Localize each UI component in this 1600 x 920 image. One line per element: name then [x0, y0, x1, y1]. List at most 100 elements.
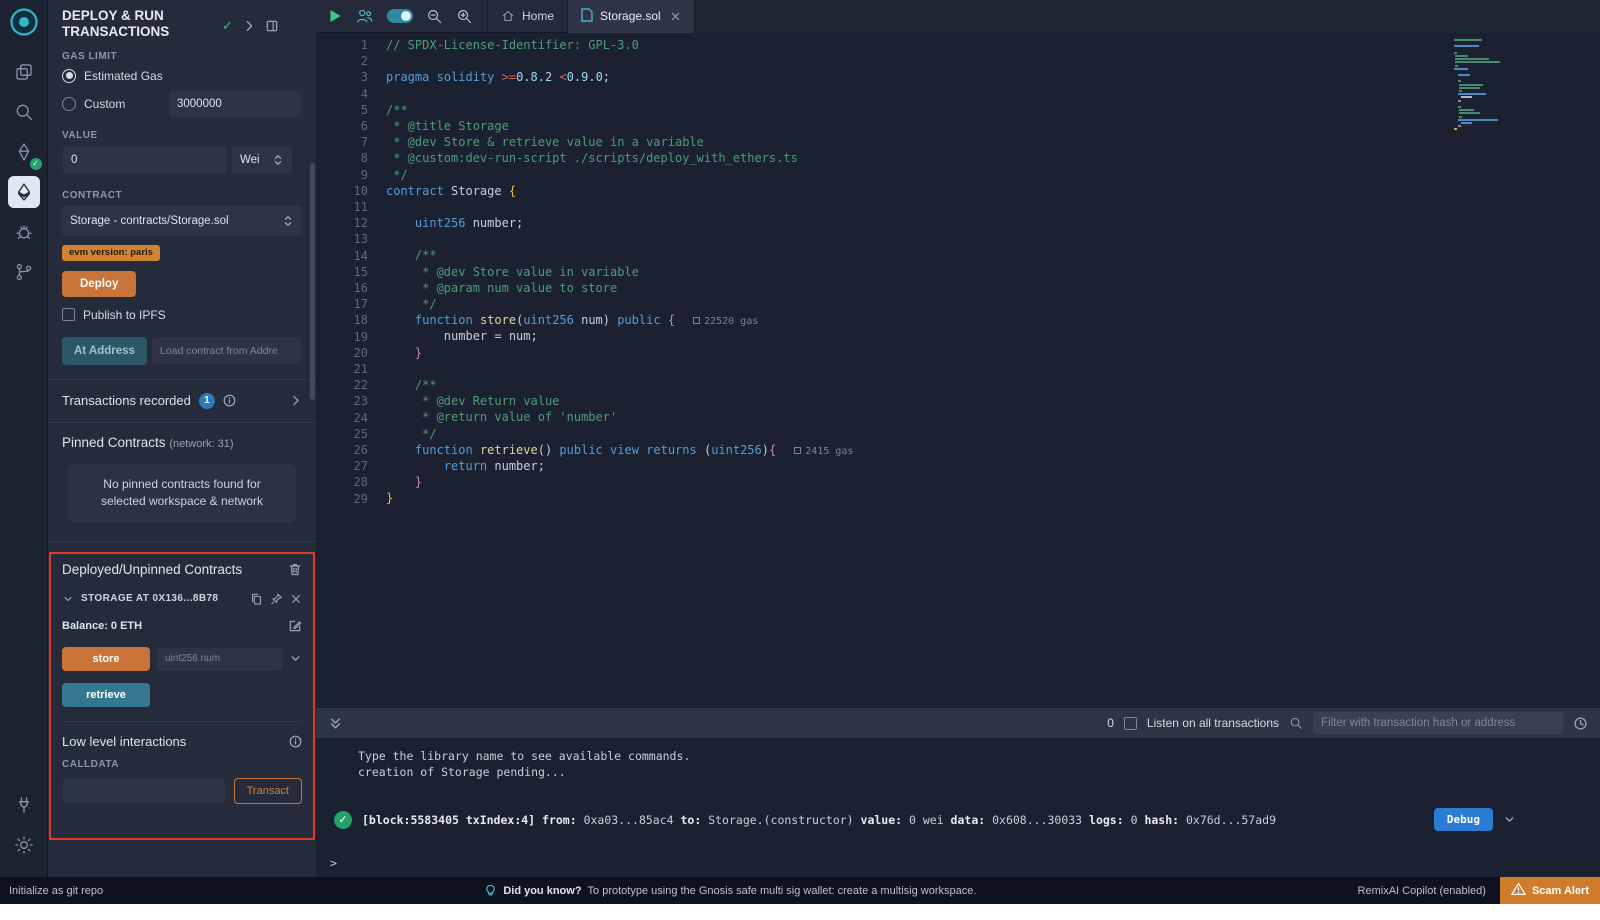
publish-ipfs-row[interactable]: Publish to IPFS: [62, 308, 302, 322]
code-line[interactable]: */: [386, 426, 1490, 442]
code-lines[interactable]: // SPDX-License-Identifier: GPL-3.0 pragm…: [386, 37, 1490, 506]
code-line[interactable]: // SPDX-License-Identifier: GPL-3.0: [386, 37, 1490, 53]
terminal-content[interactable]: Type the library name to see available c…: [316, 738, 1600, 871]
close-tab-icon[interactable]: [670, 11, 681, 22]
gas-estimate-hint: 2415 gas: [794, 446, 853, 457]
git-init-button[interactable]: Initialize as git repo: [0, 885, 103, 897]
chevron-right-icon[interactable]: [289, 394, 302, 407]
value-unit-select[interactable]: Wei: [232, 146, 292, 174]
transactions-recorded-row[interactable]: Transactions recorded 1: [62, 380, 302, 422]
contract-select[interactable]: Storage - contracts/Storage.sol: [62, 206, 302, 236]
plugin-manager-icon[interactable]: [8, 789, 40, 821]
code-line[interactable]: [386, 231, 1490, 247]
deploy-button[interactable]: Deploy: [62, 271, 136, 297]
settings-icon[interactable]: [8, 829, 40, 861]
publish-ipfs-label: Publish to IPFS: [83, 308, 166, 322]
estimated-gas-option[interactable]: Estimated Gas: [62, 69, 302, 83]
people-icon[interactable]: [355, 7, 374, 25]
expand-terminal-icon[interactable]: [328, 716, 343, 731]
remix-logo[interactable]: [9, 7, 39, 40]
code-line[interactable]: /**: [386, 377, 1490, 393]
clock-icon[interactable]: [1573, 716, 1588, 731]
debug-button[interactable]: Debug: [1434, 808, 1493, 831]
terminal-search-icon[interactable]: [1289, 716, 1303, 730]
calldata-input[interactable]: [62, 778, 226, 804]
custom-gas-radio[interactable]: [62, 97, 76, 111]
panel-scrollbar[interactable]: [310, 163, 315, 400]
chevron-right-icon[interactable]: [242, 19, 256, 33]
solidity-compiler-icon[interactable]: ✓: [8, 136, 40, 168]
retrieve-button[interactable]: retrieve: [62, 683, 150, 707]
code-line[interactable]: [386, 361, 1490, 377]
debugger-icon[interactable]: [8, 216, 40, 248]
pin-icon[interactable]: [270, 592, 283, 606]
zoom-out-icon[interactable]: [426, 8, 443, 25]
code-line[interactable]: */: [386, 296, 1490, 312]
store-arg-input[interactable]: [156, 647, 283, 671]
caret-down-icon[interactable]: [62, 593, 74, 605]
contract-instance-row[interactable]: STORAGE AT 0X136...8B78: [62, 592, 302, 606]
toggle-switch[interactable]: [387, 9, 413, 23]
code-line[interactable]: function store(uint256 num) public {2252…: [386, 312, 1490, 328]
code-line[interactable]: function retrieve() public view returns …: [386, 442, 1490, 458]
code-line[interactable]: * @return value of 'number': [386, 409, 1490, 425]
line-number: 3: [316, 69, 368, 85]
code-editor[interactable]: 1234567891011121314151617181920212223242…: [316, 33, 1600, 708]
minimap[interactable]: [1454, 39, 1526, 131]
code-line[interactable]: [386, 199, 1490, 215]
code-line[interactable]: }: [386, 490, 1490, 506]
close-instance-icon[interactable]: [290, 593, 302, 605]
copilot-status[interactable]: RemixAI Copilot (enabled): [1358, 885, 1486, 897]
scam-alert-badge[interactable]: Scam Alert: [1500, 877, 1600, 904]
trash-icon[interactable]: [288, 562, 302, 577]
store-function-row: store: [62, 647, 302, 671]
code-line[interactable]: }: [386, 474, 1490, 490]
code-line[interactable]: */: [386, 167, 1490, 183]
at-address-input[interactable]: [151, 337, 302, 365]
code-line[interactable]: * @dev Store & retrieve value in a varia…: [386, 134, 1490, 150]
info-icon[interactable]: [223, 394, 236, 407]
publish-ipfs-checkbox[interactable]: [62, 308, 75, 321]
filter-input[interactable]: [1313, 712, 1563, 734]
search-icon[interactable]: [8, 96, 40, 128]
info-icon[interactable]: [289, 735, 302, 748]
deploy-run-icon[interactable]: [8, 176, 40, 208]
terminal-prompt[interactable]: >: [316, 855, 1600, 871]
file-explorer-icon[interactable]: [8, 56, 40, 88]
code-line[interactable]: * @custom:dev-run-script ./scripts/deplo…: [386, 150, 1490, 166]
custom-gas-option[interactable]: Custom: [62, 90, 302, 118]
code-line[interactable]: contract Storage {: [386, 183, 1490, 199]
tab-storage-sol[interactable]: Storage.sol: [568, 0, 695, 33]
code-line[interactable]: * @dev Store value in variable: [386, 264, 1490, 280]
estimated-gas-radio[interactable]: [62, 69, 76, 83]
code-line[interactable]: * @param num value to store: [386, 280, 1490, 296]
code-line[interactable]: [386, 53, 1490, 69]
expand-tx-icon[interactable]: [1503, 813, 1516, 826]
code-line[interactable]: pragma solidity >=0.8.2 <0.9.0;: [386, 69, 1490, 85]
expand-args-icon[interactable]: [289, 652, 302, 665]
code-line[interactable]: * @dev Return value: [386, 393, 1490, 409]
listen-checkbox[interactable]: [1124, 717, 1137, 730]
code-line[interactable]: /**: [386, 102, 1490, 118]
zoom-in-icon[interactable]: [456, 8, 473, 25]
transact-button[interactable]: Transact: [234, 778, 302, 804]
code-line[interactable]: }: [386, 345, 1490, 361]
code-line[interactable]: return number;: [386, 458, 1490, 474]
edit-icon[interactable]: [288, 619, 302, 633]
minimap-line: [1455, 61, 1500, 63]
pin-panel-icon[interactable]: [265, 19, 279, 33]
code-line[interactable]: * @title Storage: [386, 118, 1490, 134]
at-address-button[interactable]: At Address: [62, 337, 147, 365]
code-line[interactable]: uint256 number;: [386, 215, 1490, 231]
copy-icon[interactable]: [250, 592, 263, 606]
value-input[interactable]: [62, 146, 228, 174]
code-line[interactable]: /**: [386, 247, 1490, 263]
transaction-row[interactable]: ✓ [block:5583405 txIndex:4] from: 0xa03.…: [316, 808, 1600, 831]
tab-home[interactable]: Home: [488, 0, 567, 33]
code-line[interactable]: number = num;: [386, 328, 1490, 344]
custom-gas-input[interactable]: [168, 90, 302, 118]
code-line[interactable]: [386, 86, 1490, 102]
git-icon[interactable]: [8, 256, 40, 288]
store-button[interactable]: store: [62, 647, 150, 671]
run-script-icon[interactable]: [329, 9, 342, 23]
